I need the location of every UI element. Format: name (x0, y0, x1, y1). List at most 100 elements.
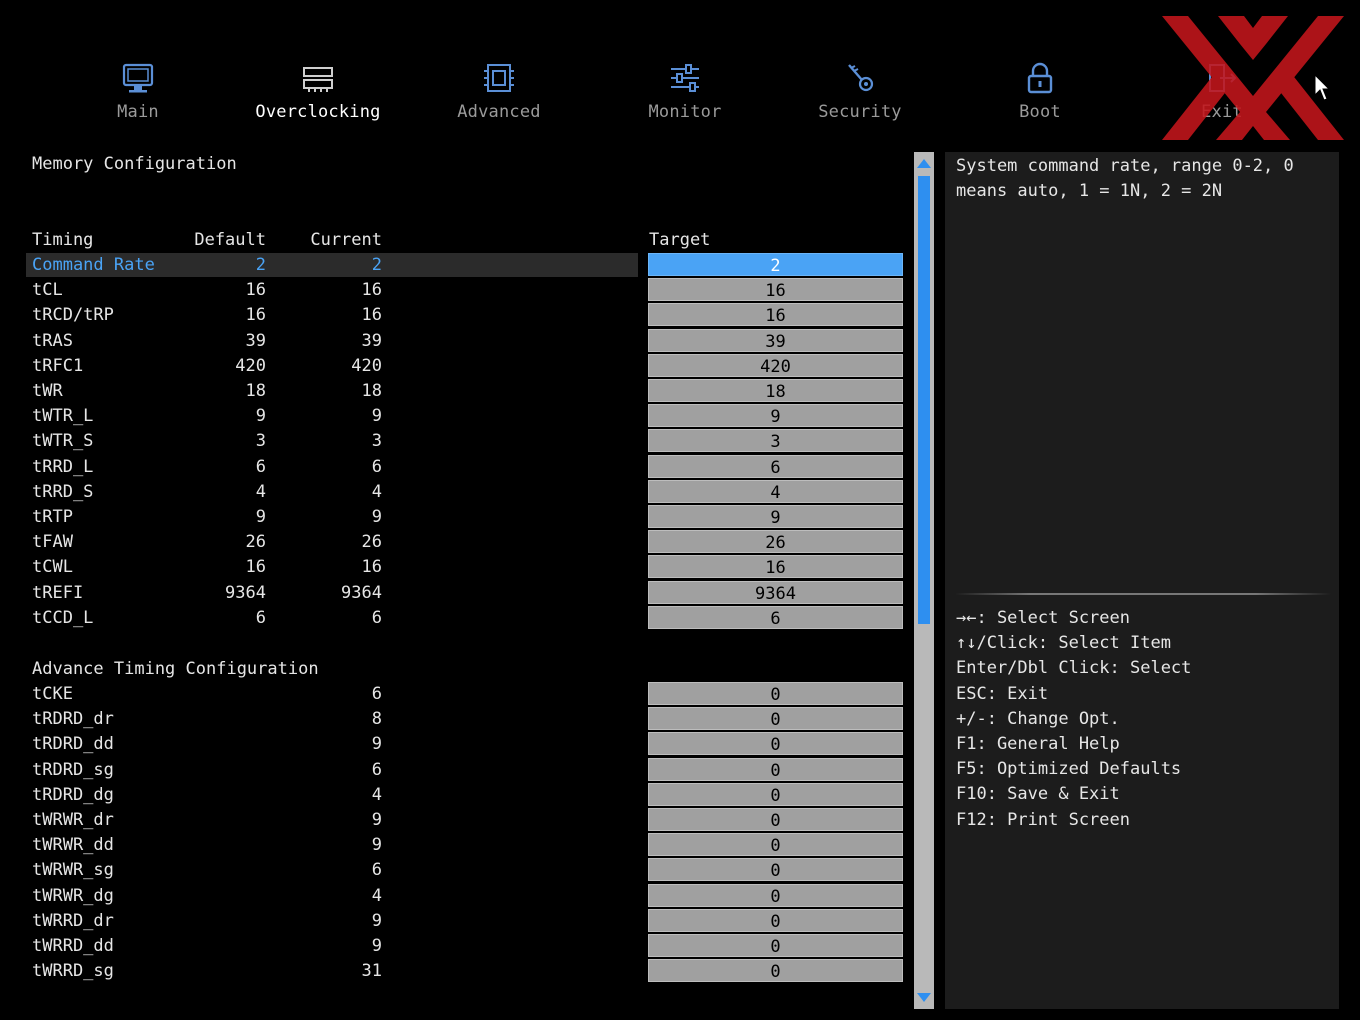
target-value-field[interactable]: 0 (648, 732, 903, 756)
timing-row[interactable]: tWRWR_dg 4 0 (26, 883, 904, 908)
timing-row[interactable]: tCWL 16 16 16 (26, 555, 904, 579)
default-value: 6 (255, 456, 266, 477)
tab-label: Security (818, 102, 902, 122)
timing-row[interactable]: tRDRD_sg 6 0 (26, 757, 904, 782)
timing-row[interactable]: tCCD_L 6 6 6 (26, 605, 904, 630)
target-value-field[interactable]: 0 (648, 757, 903, 781)
target-value-field[interactable]: 420 (648, 353, 903, 377)
timing-name: tWRRD_sg (32, 961, 114, 982)
current-value: 6 (371, 860, 382, 881)
timing-row[interactable]: tRRD_L 6 6 6 (26, 454, 904, 479)
target-value-field[interactable]: 16 (648, 278, 903, 302)
target-value-field[interactable]: 6 (648, 454, 903, 478)
scrollbar[interactable] (914, 152, 934, 1009)
timing-row[interactable]: tRCD/tRP 16 16 16 (26, 303, 904, 327)
tab-boot[interactable]: Boot (960, 60, 1120, 130)
target-value-field[interactable]: 3 (648, 429, 903, 453)
timing-row[interactable]: tREFI 9364 9364 9364 (26, 580, 904, 605)
default-value: 39 (245, 330, 266, 351)
timing-row[interactable]: tRTP 9 9 9 (26, 505, 904, 529)
timing-name: tWRRD_dr (32, 910, 114, 931)
timing-name: tWTR_L (32, 406, 94, 427)
scroll-up-arrow-icon[interactable] (914, 154, 934, 174)
target-value-field[interactable]: 26 (648, 530, 903, 554)
timing-row[interactable]: tWRRD_dd 9 0 (26, 934, 904, 958)
top-nav: Main Overclocking Advanced Monitor Secur (0, 0, 1360, 140)
timing-row[interactable]: tWRWR_dr 9 0 (26, 808, 904, 832)
timing-row[interactable]: tWR 18 18 18 (26, 379, 904, 403)
timing-row[interactable]: tWRWR_dd 9 0 (26, 833, 904, 857)
current-value: 31 (361, 961, 382, 982)
timing-row[interactable]: tCL 16 16 16 (26, 278, 904, 302)
current-value: 9364 (341, 582, 382, 603)
tab-advanced[interactable]: Advanced (419, 60, 579, 130)
mouse-cursor-icon (1314, 73, 1331, 102)
scroll-down-arrow-icon[interactable] (914, 987, 934, 1007)
timing-row[interactable]: tRDRD_dg 4 0 (26, 782, 904, 807)
timing-row[interactable]: tRDRD_dr 8 0 (26, 707, 904, 731)
timing-name: tWRWR_dr (32, 810, 114, 830)
target-value-field[interactable]: 2 (648, 253, 903, 276)
target-value-field[interactable]: 6 (648, 605, 903, 629)
timing-name: tRFC1 (32, 355, 84, 376)
target-value-field[interactable]: 9364 (648, 580, 903, 604)
timing-row[interactable]: tRFC1 420 420 420 (26, 353, 904, 378)
timing-row[interactable]: tWRRD_dr 9 0 (26, 908, 904, 933)
default-value: 9364 (225, 582, 266, 603)
target-value-field[interactable]: 0 (648, 682, 903, 705)
timing-row[interactable]: Command Rate 2 2 2 (26, 253, 904, 277)
timing-name: tREFI (32, 582, 84, 603)
tab-label: Advanced (457, 102, 541, 122)
timing-row[interactable]: tWRWR_sg 6 0 (26, 858, 904, 882)
timing-row[interactable]: tWTR_S 3 3 3 (26, 429, 904, 453)
current-value: 4 (371, 885, 382, 906)
timing-row[interactable]: tRAS 39 39 39 (26, 328, 904, 353)
target-value-field[interactable]: 18 (648, 379, 903, 402)
timing-name: tCL (32, 280, 63, 301)
current-value: 6 (371, 759, 382, 780)
target-value-field[interactable]: 16 (648, 303, 903, 327)
target-value-field[interactable]: 39 (648, 328, 903, 352)
key-icon (780, 60, 940, 96)
tab-monitor[interactable]: Monitor (605, 60, 765, 130)
timing-row[interactable]: tCKE 6 0 (26, 682, 904, 706)
current-value: 6 (371, 456, 382, 477)
memory-config-title: Memory Configuration (32, 154, 237, 174)
timing-row[interactable]: tWTR_L 9 9 9 (26, 404, 904, 428)
target-value-field[interactable]: 0 (648, 908, 903, 932)
target-value-field[interactable]: 0 (648, 707, 903, 731)
target-value-field[interactable]: 0 (648, 934, 903, 957)
target-value-field[interactable]: 0 (648, 858, 903, 882)
timing-row[interactable]: tRRD_S 4 4 4 (26, 479, 904, 504)
target-value-field[interactable]: 0 (648, 782, 903, 806)
tab-overclocking[interactable]: Overclocking (238, 60, 398, 130)
timing-row[interactable]: tFAW 26 26 26 (26, 530, 904, 554)
settings-panel: Memory Configuration Timing Default Curr… (0, 150, 910, 1010)
target-value-field[interactable]: 4 (648, 479, 903, 503)
key-hint: ESC: Exit (956, 683, 1049, 704)
tab-main[interactable]: Main (58, 60, 218, 130)
target-value-field[interactable]: 0 (648, 833, 903, 857)
default-value: 16 (245, 280, 266, 301)
timing-row[interactable]: tWRRD_sg 31 0 (26, 959, 904, 983)
target-value-field[interactable]: 0 (648, 883, 903, 907)
current-value: 6 (371, 684, 382, 704)
target-value-field[interactable]: 16 (648, 555, 903, 579)
tab-label: Monitor (648, 102, 722, 122)
target-value-field[interactable]: 0 (648, 959, 903, 983)
current-value: 8 (371, 709, 382, 730)
current-value: 18 (361, 381, 382, 401)
default-value: 26 (245, 532, 266, 553)
key-hint: →←: Select Screen (956, 608, 1130, 628)
scroll-thumb[interactable] (918, 176, 930, 624)
timing-name: tRDRD_dd (32, 734, 114, 755)
timing-row[interactable]: tRDRD_dd 9 0 (26, 732, 904, 756)
target-value-field[interactable]: 9 (648, 404, 903, 428)
target-header: Target (649, 230, 711, 250)
current-value: 6 (371, 607, 382, 628)
target-value-field[interactable]: 9 (648, 505, 903, 528)
tab-security[interactable]: Security (780, 60, 940, 130)
target-value-field[interactable]: 0 (648, 808, 903, 831)
timing-name: tRTP (32, 507, 73, 527)
timing-name: tRDRD_dg (32, 784, 114, 805)
